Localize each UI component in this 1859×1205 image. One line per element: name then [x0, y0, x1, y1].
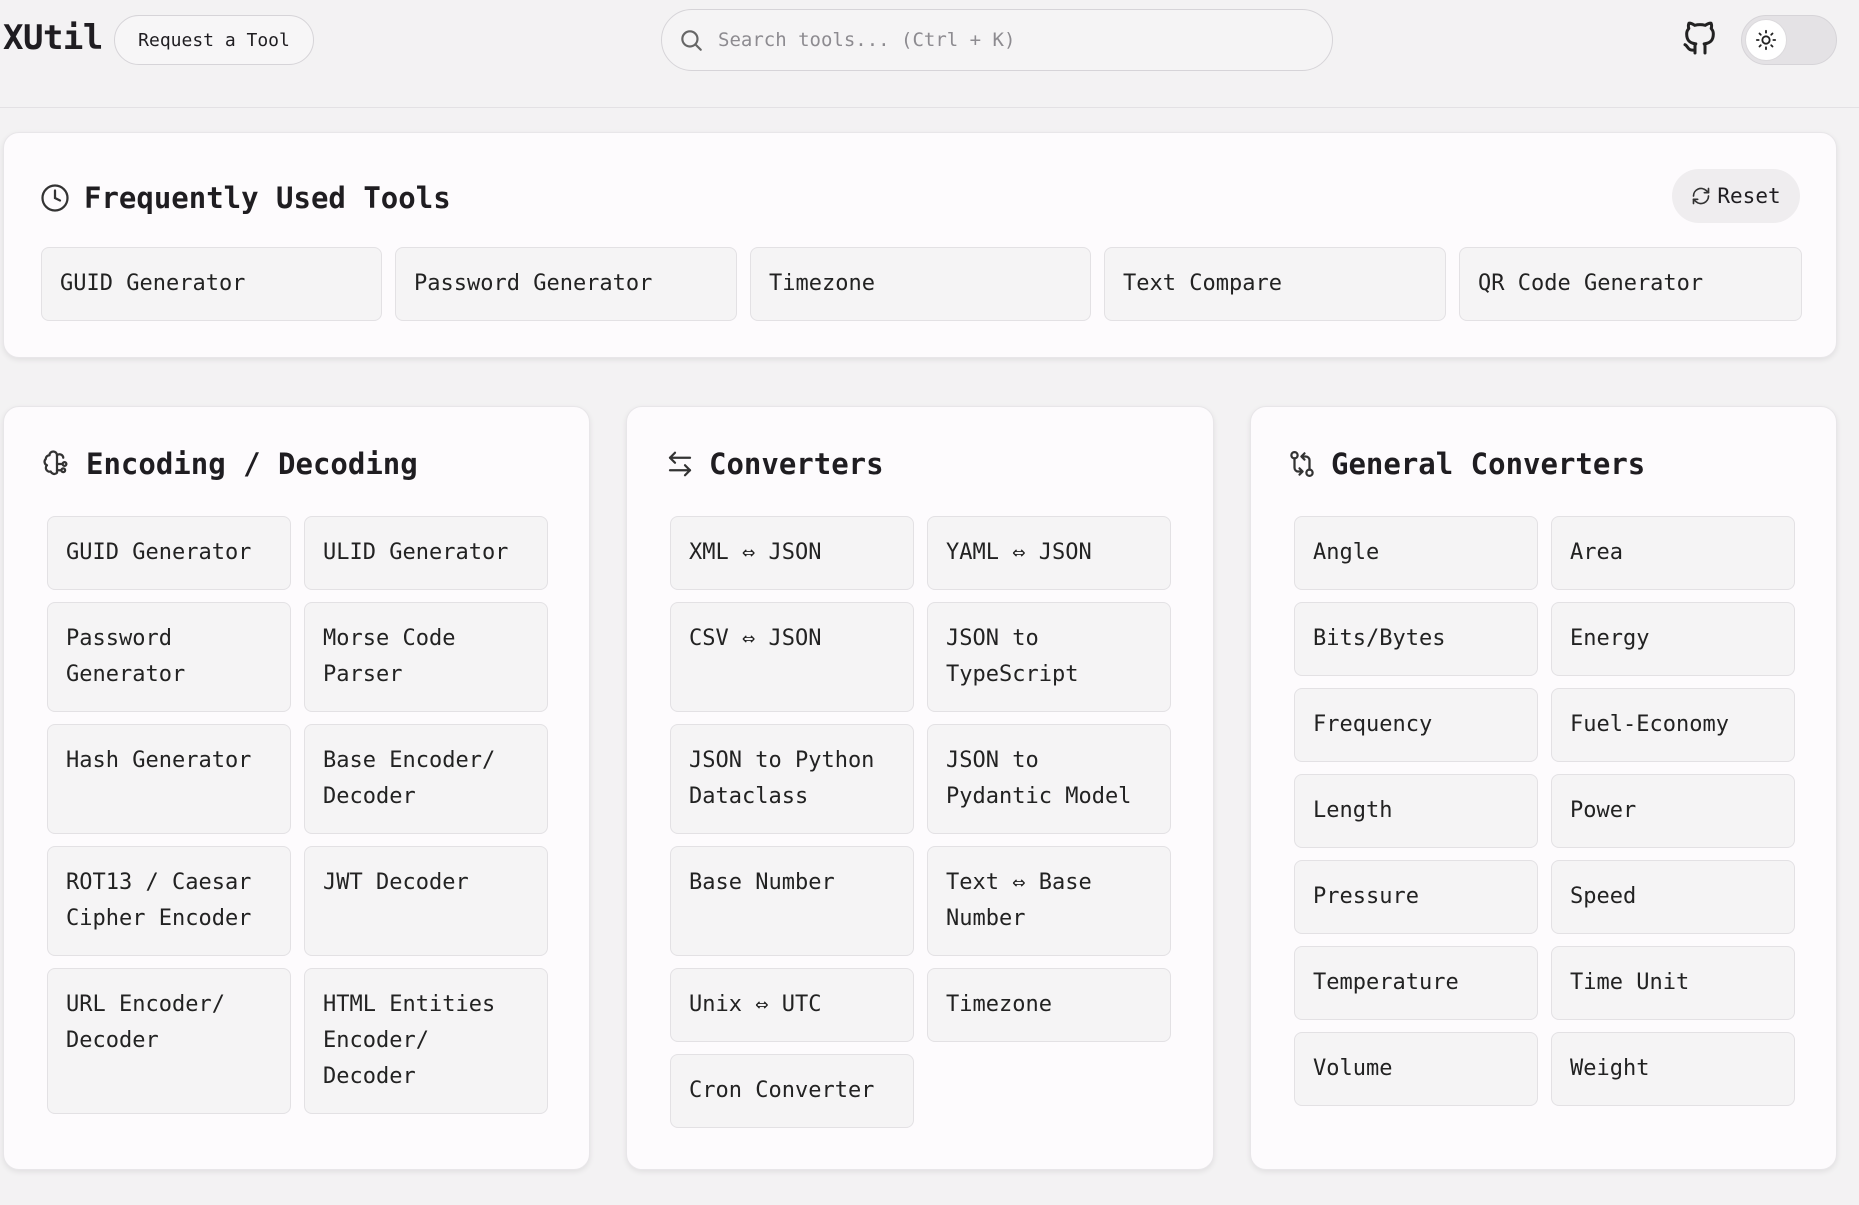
brain-icon: [43, 450, 68, 476]
general-converter-tool[interactable]: Energy: [1551, 602, 1795, 676]
frequent-tools-heading: Frequently Used Tools: [40, 181, 451, 215]
swap-arrows-icon: [668, 451, 692, 477]
general-converters-heading: General Converters: [1287, 447, 1645, 481]
general-converter-tool[interactable]: Pressure: [1294, 860, 1538, 934]
encoding-heading: Encoding / Decoding: [42, 447, 418, 481]
frequent-tool[interactable]: GUID Generator: [41, 247, 382, 321]
general-converter-tool[interactable]: Length: [1294, 774, 1538, 848]
refresh-icon: [1693, 187, 1710, 205]
general-converter-tool[interactable]: Frequency: [1294, 688, 1538, 762]
general-converters-card: General Converters Angle Area Bits/Bytes…: [1250, 406, 1837, 1170]
frequent-tool[interactable]: Timezone: [750, 247, 1091, 321]
search-input[interactable]: [718, 29, 1278, 51]
converter-tool[interactable]: JSON to Python Dataclass: [670, 724, 914, 834]
encoding-tool[interactable]: ULID Generator: [304, 516, 548, 590]
frequent-tool[interactable]: QR Code Generator: [1459, 247, 1802, 321]
search-icon: [681, 30, 702, 51]
converters-title: Converters: [709, 447, 884, 481]
converter-tool[interactable]: YAML ⇔ JSON: [927, 516, 1171, 590]
request-tool-button[interactable]: Request a Tool: [114, 15, 314, 65]
general-converters-title: General Converters: [1331, 447, 1646, 481]
encoding-tool[interactable]: HTML Entities Encoder/ Decoder: [304, 968, 548, 1114]
github-icon[interactable]: [1680, 18, 1720, 58]
encoding-title: Encoding / Decoding: [86, 447, 418, 481]
frequent-tools-card: Frequently Used Tools Reset GUID Generat…: [3, 132, 1837, 358]
converter-tool[interactable]: CSV ⇔ JSON: [670, 602, 914, 712]
reset-label: Reset: [1717, 184, 1781, 208]
frequent-tools-title: Frequently Used Tools: [84, 181, 451, 215]
encoding-tool[interactable]: URL Encoder/ Decoder: [47, 968, 291, 1114]
clock-icon: [41, 184, 69, 212]
general-converter-tool[interactable]: Power: [1551, 774, 1795, 848]
general-converter-tool[interactable]: Area: [1551, 516, 1795, 590]
search-bar[interactable]: [661, 9, 1333, 71]
converter-tool[interactable]: Unix ⇔ UTC: [670, 968, 914, 1042]
general-converter-tool[interactable]: Temperature: [1294, 946, 1538, 1020]
converter-tool[interactable]: Base Number: [670, 846, 914, 956]
theme-knob: [1745, 19, 1787, 61]
converter-tool[interactable]: Text ⇔ Base Number: [927, 846, 1171, 956]
frequent-tool[interactable]: Password Generator: [395, 247, 737, 321]
encoding-decoding-card: Encoding / Decoding GUID Generator ULID …: [3, 406, 590, 1170]
general-converter-tool[interactable]: Bits/Bytes: [1294, 602, 1538, 676]
encoding-tool[interactable]: ROT13 / Caesar Cipher Encoder: [47, 846, 291, 956]
general-converter-tool[interactable]: Weight: [1551, 1032, 1795, 1106]
general-converter-tool[interactable]: Fuel-Economy: [1551, 688, 1795, 762]
theme-toggle[interactable]: [1741, 15, 1837, 65]
app-logo[interactable]: XUtil: [3, 18, 103, 58]
encoding-tool[interactable]: GUID Generator: [47, 516, 291, 590]
encoding-tool[interactable]: Base Encoder/ Decoder: [304, 724, 548, 834]
encoding-tool[interactable]: JWT Decoder: [304, 846, 548, 956]
git-compare-icon: [1290, 451, 1314, 477]
top-bar: XUtil Request a Tool: [0, 0, 1859, 108]
general-converter-tool[interactable]: Angle: [1294, 516, 1538, 590]
general-converter-tool[interactable]: Speed: [1551, 860, 1795, 934]
general-converter-tool[interactable]: Volume: [1294, 1032, 1538, 1106]
converter-tool[interactable]: Timezone: [927, 968, 1171, 1042]
converter-tool[interactable]: JSON to Pydantic Model: [927, 724, 1171, 834]
converters-card: Converters XML ⇔ JSON YAML ⇔ JSON CSV ⇔ …: [626, 406, 1214, 1170]
general-converter-tool[interactable]: Time Unit: [1551, 946, 1795, 1020]
sun-icon: [1755, 29, 1777, 51]
reset-button[interactable]: Reset: [1672, 169, 1800, 223]
converter-tool[interactable]: Cron Converter: [670, 1054, 914, 1128]
encoding-tool[interactable]: Morse Code Parser: [304, 602, 548, 712]
converter-tool[interactable]: XML ⇔ JSON: [670, 516, 914, 590]
encoding-tool[interactable]: Hash Generator: [47, 724, 291, 834]
frequent-tool[interactable]: Text Compare: [1104, 247, 1446, 321]
converter-tool[interactable]: JSON to TypeScript: [927, 602, 1171, 712]
converters-heading: Converters: [665, 447, 884, 481]
encoding-tool[interactable]: Password Generator: [47, 602, 291, 712]
